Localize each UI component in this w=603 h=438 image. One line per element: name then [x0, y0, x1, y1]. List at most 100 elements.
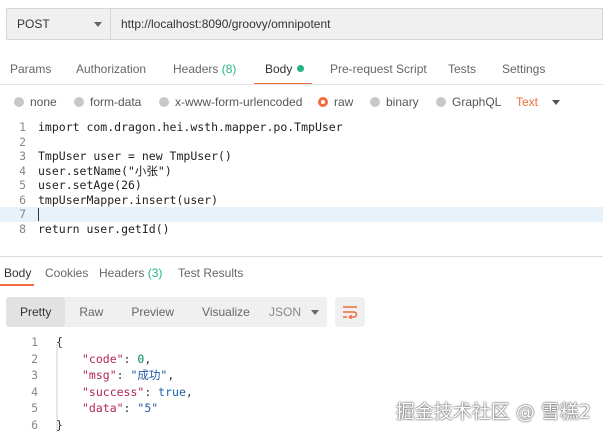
raw-format-label: Text	[516, 95, 539, 109]
response-tab-headers[interactable]: Headers (3)	[99, 266, 162, 280]
line-number: 1	[31, 335, 38, 350]
radio-graphql[interactable]: GraphQL	[436, 95, 501, 109]
tab-body[interactable]: Body	[265, 62, 305, 76]
line-number: 5	[19, 178, 26, 193]
code-line: 5 user.setAge(26)	[0, 178, 603, 193]
radio-none[interactable]: none	[14, 95, 57, 109]
radio-graphql-label: GraphQL	[452, 95, 502, 109]
code-text: user.setName("小张")	[38, 163, 172, 178]
method-select[interactable]: POST	[6, 8, 110, 40]
json-comma: ,	[144, 351, 152, 366]
line-number: 3	[31, 368, 38, 383]
url-input[interactable]: http://localhost:8090/groovy/omnipotent	[110, 8, 603, 40]
json-open-brace: {	[56, 335, 63, 350]
code-line: 2	[0, 135, 603, 150]
line-number: 1	[19, 120, 26, 135]
json-entry: "code": 0,	[82, 352, 151, 366]
response-line: 2 "code": 0,	[0, 351, 151, 368]
json-colon: :	[123, 401, 138, 416]
line-number: 3	[19, 149, 26, 164]
tab-headers-label: Headers	[173, 62, 219, 76]
line-number: 8	[19, 221, 26, 236]
response-line: 3 "msg": "成功",	[0, 367, 174, 384]
code-line: 3 TmpUser user = new TmpUser()	[0, 149, 603, 164]
url-text: http://localhost:8090/groovy/omnipotent	[121, 17, 331, 31]
code-line: 8 return user.getId()	[0, 222, 603, 237]
tab-headers[interactable]: Headers (8)	[173, 62, 236, 76]
method-label: POST	[17, 17, 50, 31]
response-tab-body[interactable]: Body	[4, 266, 31, 280]
chevron-down-icon	[311, 310, 319, 315]
response-line: 1 {	[0, 334, 63, 351]
tab-tests[interactable]: Tests	[448, 62, 476, 76]
divider	[0, 256, 603, 257]
tab-prerequest-script[interactable]: Pre-request Script	[330, 62, 427, 76]
json-colon: :	[144, 384, 159, 399]
view-pretty-button[interactable]: Pretty	[6, 297, 66, 327]
response-view-toolbar: Pretty Raw Preview Visualize	[6, 297, 264, 327]
radio-urlencoded[interactable]: x-www-form-urlencoded	[159, 95, 302, 109]
request-bar: POST http://localhost:8090/groovy/omnipo…	[0, 0, 603, 50]
json-entry: "msg": "成功",	[82, 367, 174, 383]
json-key: "data"	[82, 401, 124, 416]
tab-body-label: Body	[265, 62, 293, 76]
raw-format-select[interactable]: Text	[516, 95, 561, 109]
response-line: 6 }	[0, 417, 63, 434]
radio-form-data-label: form-data	[90, 95, 142, 109]
radio-binary-label: binary	[386, 95, 419, 109]
json-key: "success"	[82, 384, 145, 399]
wrap-lines-icon	[343, 306, 358, 319]
radio-circle-icon	[436, 97, 446, 107]
tab-headers-count: (8)	[221, 62, 237, 76]
modified-dot-icon	[297, 65, 305, 72]
line-number: 7	[19, 207, 26, 222]
json-key: "code"	[82, 351, 124, 366]
radio-none-label: none	[30, 95, 57, 109]
radio-raw[interactable]: raw	[318, 95, 353, 109]
tab-params[interactable]: Params	[10, 62, 51, 76]
json-key: "msg"	[82, 368, 117, 383]
tab-settings[interactable]: Settings	[502, 62, 545, 76]
response-tab-test-results[interactable]: Test Results	[178, 266, 243, 280]
watermark: 掘金技术社区 @ 雪糕2	[395, 401, 591, 423]
code-text: tmpUserMapper.insert(user)	[38, 192, 219, 207]
radio-circle-icon	[14, 97, 24, 107]
tab-authorization[interactable]: Authorization	[76, 62, 146, 76]
json-colon: :	[123, 351, 138, 366]
wrap-lines-button[interactable]	[335, 297, 365, 327]
radio-circle-icon	[370, 97, 380, 107]
view-raw-button[interactable]: Raw	[65, 297, 117, 327]
code-text: import com.dragon.hei.wsth.mapper.po.Tmp…	[38, 120, 343, 135]
line-number: 5	[31, 401, 38, 416]
response-tab-cookies[interactable]: Cookies	[45, 266, 88, 280]
text-cursor	[38, 208, 39, 221]
radio-circle-icon	[74, 97, 84, 107]
radio-selected-icon	[318, 97, 328, 107]
view-visualize-button[interactable]: Visualize	[188, 297, 264, 327]
radio-binary[interactable]: binary	[370, 95, 419, 109]
json-close-brace: }	[56, 417, 63, 432]
line-number: 4	[31, 384, 38, 399]
json-value: "5"	[137, 401, 159, 416]
response-format-label: JSON	[269, 305, 302, 319]
line-number: 6	[19, 192, 26, 207]
radio-urlencoded-label: x-www-form-urlencoded	[175, 95, 303, 109]
request-tabs: Params Authorization Headers (8) Body Pr…	[0, 56, 603, 85]
response-tabs: Body Cookies Headers (3) Test Results	[0, 262, 603, 286]
active-tab-indicator	[0, 284, 34, 286]
json-entry: "data": "5"	[82, 401, 158, 415]
request-body-editor[interactable]: 1 import com.dragon.hei.wsth.mapper.po.T…	[0, 118, 603, 242]
code-text: TmpUser user = new TmpUser()	[38, 149, 232, 164]
json-comma: ,	[167, 368, 175, 383]
line-number: 2	[19, 134, 26, 149]
code-line: 6 tmpUserMapper.insert(user)	[0, 193, 603, 208]
json-value: true	[158, 384, 186, 399]
body-type-selector: none form-data x-www-form-urlencoded raw…	[0, 90, 603, 114]
chevron-down-icon	[94, 22, 102, 27]
radio-raw-label: raw	[334, 95, 354, 109]
radio-form-data[interactable]: form-data	[74, 95, 141, 109]
view-preview-button[interactable]: Preview	[117, 297, 188, 327]
response-format-select[interactable]: JSON	[259, 297, 327, 327]
response-tab-headers-count: (3)	[147, 266, 163, 280]
json-colon: :	[116, 368, 131, 383]
